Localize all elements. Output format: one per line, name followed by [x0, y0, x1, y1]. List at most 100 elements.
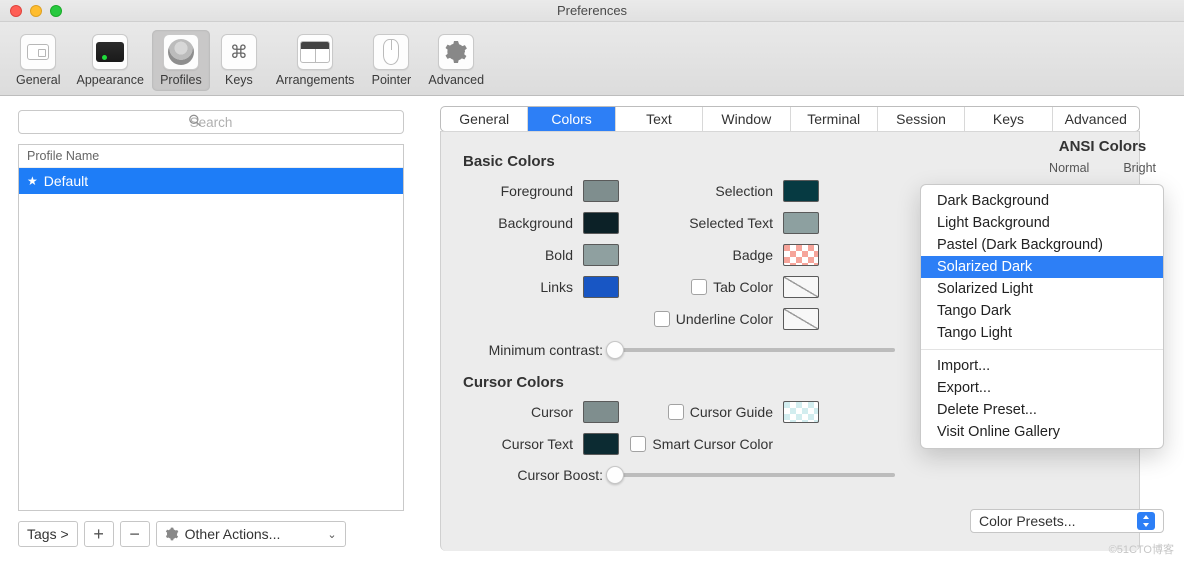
- checkbox-tab-color[interactable]: [691, 279, 707, 295]
- toolbar-keys[interactable]: ⌘ Keys: [210, 30, 268, 91]
- slider-knob[interactable]: [606, 466, 624, 484]
- toolbar-profiles[interactable]: Profiles: [152, 30, 210, 91]
- toolbar-advanced[interactable]: Advanced: [420, 30, 492, 91]
- profiles-icon: [163, 34, 199, 70]
- label-cursor: Cursor: [463, 404, 583, 420]
- pointer-icon: [373, 34, 409, 70]
- search-icon: [188, 114, 202, 131]
- window-titlebar: Preferences: [0, 0, 1184, 22]
- label-selected-text: Selected Text: [623, 215, 783, 231]
- profile-settings-pane: General Colors Text Window Terminal Sess…: [430, 96, 1184, 561]
- label-badge: Badge: [623, 247, 783, 263]
- menu-item-solarized-dark[interactable]: Solarized Dark: [921, 256, 1163, 278]
- swatch-selected-text[interactable]: [783, 212, 819, 234]
- toolbar-label: Appearance: [76, 73, 143, 87]
- label-selection: Selection: [623, 183, 783, 199]
- label-cursor-guide: Cursor Guide: [690, 404, 773, 420]
- subtab-text[interactable]: Text: [616, 107, 703, 131]
- swatch-cursor-guide[interactable]: [783, 401, 819, 423]
- menu-item-light-background[interactable]: Light Background: [921, 212, 1163, 234]
- swatch-links[interactable]: [583, 276, 619, 298]
- subtab-terminal[interactable]: Terminal: [791, 107, 878, 131]
- toolbar-arrangements[interactable]: Arrangements: [268, 30, 363, 91]
- ansi-colors-block: ANSI Colors Normal Bright: [1049, 138, 1156, 175]
- label-cursor-text: Cursor Text: [463, 436, 583, 452]
- swatch-underline-color[interactable]: [783, 308, 819, 330]
- swatch-cursor-text[interactable]: [583, 433, 619, 455]
- option-tab-color: Tab Color: [623, 279, 783, 295]
- other-actions-menu[interactable]: Other Actions... ⌄: [156, 521, 346, 547]
- swatch-foreground[interactable]: [583, 180, 619, 202]
- swatch-cursor[interactable]: [583, 401, 619, 423]
- toolbar-label: Pointer: [372, 73, 412, 87]
- toolbar-label: Advanced: [428, 73, 484, 87]
- checkbox-smart-cursor[interactable]: [630, 436, 646, 452]
- color-presets-label: Color Presets...: [979, 513, 1075, 529]
- menu-separator: [921, 349, 1163, 350]
- option-cursor-guide: Cursor Guide: [623, 404, 783, 420]
- content-area: Profile Name ★ Default Tags > + − Other …: [0, 96, 1184, 561]
- gear-icon: [444, 40, 468, 64]
- keys-icon: ⌘: [221, 34, 257, 70]
- add-profile-button[interactable]: +: [84, 521, 114, 547]
- search-wrap: [18, 110, 404, 134]
- ansi-normal-header: Normal: [1049, 161, 1089, 175]
- toolbar-appearance[interactable]: Appearance: [68, 30, 151, 91]
- slider-minimum-contrast[interactable]: [615, 348, 895, 352]
- toolbar-label: Keys: [225, 73, 253, 87]
- preferences-toolbar: General Appearance Profiles ⌘ Keys Arran…: [0, 22, 1184, 96]
- subtab-advanced[interactable]: Advanced: [1053, 107, 1139, 131]
- toolbar-label: Profiles: [160, 73, 202, 87]
- window-title: Preferences: [0, 0, 1184, 22]
- option-underline-color: Underline Color: [623, 311, 783, 327]
- menu-item-tango-dark[interactable]: Tango Dark: [921, 300, 1163, 322]
- appearance-icon: [92, 34, 128, 70]
- other-actions-label: Other Actions...: [185, 526, 281, 542]
- profile-row-default[interactable]: ★ Default: [19, 168, 403, 194]
- profile-list[interactable]: Profile Name ★ Default: [18, 144, 404, 511]
- color-presets-menu: Dark Background Light Background Pastel …: [920, 184, 1164, 449]
- remove-profile-button[interactable]: −: [120, 521, 150, 547]
- toolbar-general[interactable]: General: [8, 30, 68, 91]
- label-tab-color: Tab Color: [713, 279, 773, 295]
- label-smart-cursor: Smart Cursor Color: [652, 436, 773, 452]
- gear-icon: [165, 527, 179, 541]
- menu-item-delete[interactable]: Delete Preset...: [921, 399, 1163, 421]
- profiles-sidebar: Profile Name ★ Default Tags > + − Other …: [0, 96, 430, 561]
- advanced-icon: [438, 34, 474, 70]
- subtab-window[interactable]: Window: [703, 107, 790, 131]
- swatch-bold[interactable]: [583, 244, 619, 266]
- swatch-badge[interactable]: [783, 244, 819, 266]
- tags-button[interactable]: Tags >: [18, 521, 78, 547]
- menu-item-pastel[interactable]: Pastel (Dark Background): [921, 234, 1163, 256]
- profile-list-header: Profile Name: [19, 145, 403, 168]
- menu-item-solarized-light[interactable]: Solarized Light: [921, 278, 1163, 300]
- label-links: Links: [463, 279, 583, 295]
- swatch-background[interactable]: [583, 212, 619, 234]
- search-input[interactable]: [18, 110, 404, 134]
- subtab-keys[interactable]: Keys: [965, 107, 1052, 131]
- swatch-selection[interactable]: [783, 180, 819, 202]
- menu-item-gallery[interactable]: Visit Online Gallery: [921, 421, 1163, 443]
- checkbox-underline-color[interactable]: [654, 311, 670, 327]
- label-bold: Bold: [463, 247, 583, 263]
- general-icon: [20, 34, 56, 70]
- label-underline-color: Underline Color: [676, 311, 773, 327]
- basic-colors-title: Basic Colors: [463, 153, 1117, 170]
- menu-item-import[interactable]: Import...: [921, 355, 1163, 377]
- subtab-session[interactable]: Session: [878, 107, 965, 131]
- color-presets-popup[interactable]: Color Presets...: [970, 509, 1164, 533]
- slider-cursor-boost[interactable]: [615, 473, 895, 477]
- menu-item-dark-background[interactable]: Dark Background: [921, 190, 1163, 212]
- menu-item-export[interactable]: Export...: [921, 377, 1163, 399]
- toolbar-pointer[interactable]: Pointer: [362, 30, 420, 91]
- popup-arrows-icon: [1137, 512, 1155, 530]
- subtab-general[interactable]: General: [441, 107, 528, 131]
- menu-item-tango-light[interactable]: Tango Light: [921, 322, 1163, 344]
- checkbox-cursor-guide[interactable]: [668, 404, 684, 420]
- label-cursor-boost: Cursor Boost:: [463, 467, 603, 483]
- subtab-colors[interactable]: Colors: [528, 107, 615, 131]
- arrangements-icon: [297, 34, 333, 70]
- swatch-tab-color[interactable]: [783, 276, 819, 298]
- slider-knob[interactable]: [606, 341, 624, 359]
